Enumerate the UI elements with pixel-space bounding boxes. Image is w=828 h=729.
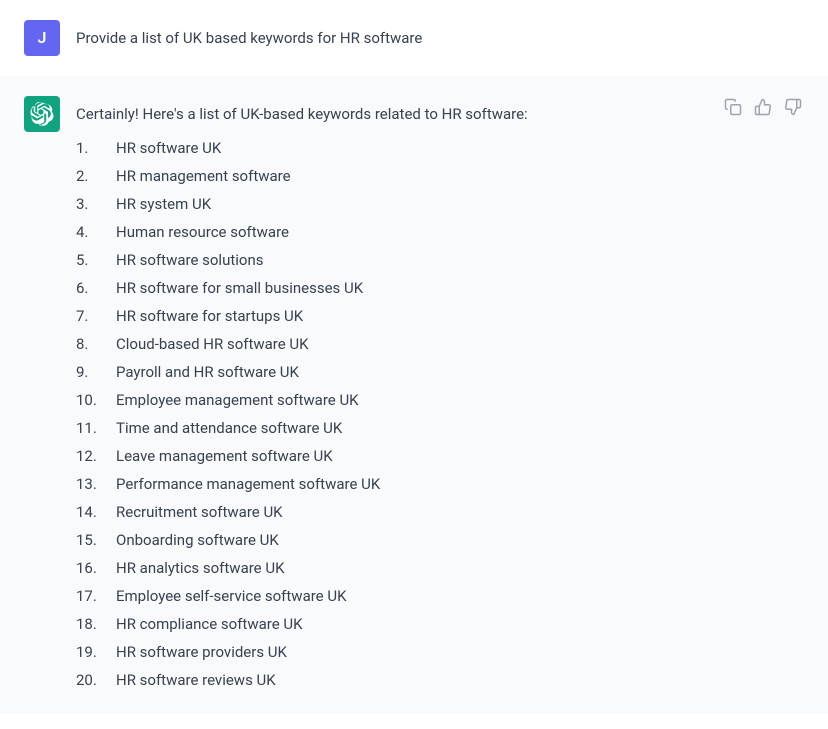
list-item: 3.HR system UK [76, 190, 804, 218]
list-item: 1.HR software UK [76, 134, 804, 162]
item-text: Recruitment software UK [116, 500, 283, 524]
item-text: Employee self-service software UK [116, 584, 347, 608]
openai-logo-icon [30, 102, 54, 126]
item-text: HR software for small businesses UK [116, 276, 363, 300]
item-text: HR management software [116, 164, 291, 188]
list-item: 10.Employee management software UK [76, 386, 804, 414]
item-text: HR software solutions [116, 248, 263, 272]
item-number: 1. [76, 136, 116, 160]
item-number: 10. [76, 388, 116, 412]
thumbs-up-button[interactable] [752, 96, 774, 118]
item-number: 7. [76, 304, 116, 328]
item-number: 4. [76, 220, 116, 244]
item-text: Leave management software UK [116, 444, 333, 468]
list-item: 11.Time and attendance software UK [76, 414, 804, 442]
item-number: 11. [76, 416, 116, 440]
item-number: 6. [76, 276, 116, 300]
user-message-text: Provide a list of UK based keywords for … [76, 26, 804, 50]
item-text: Time and attendance software UK [116, 416, 342, 440]
item-number: 18. [76, 612, 116, 636]
item-number: 14. [76, 500, 116, 524]
item-number: 9. [76, 360, 116, 384]
item-number: 5. [76, 248, 116, 272]
item-text: HR system UK [116, 192, 211, 216]
item-text: HR compliance software UK [116, 612, 303, 636]
list-item: 17.Employee self-service software UK [76, 582, 804, 610]
item-text: Cloud-based HR software UK [116, 332, 309, 356]
list-item: 8.Cloud-based HR software UK [76, 330, 804, 358]
thumbs-up-icon [754, 98, 772, 116]
user-avatar: J [24, 20, 60, 56]
user-initial: J [38, 25, 47, 51]
list-item: 7.HR software for startups UK [76, 302, 804, 330]
list-item: 6.HR software for small businesses UK [76, 274, 804, 302]
item-text: HR software for startups UK [116, 304, 303, 328]
list-item: 14.Recruitment software UK [76, 498, 804, 526]
thumbs-down-icon [784, 98, 802, 116]
item-text: Employee management software UK [116, 388, 359, 412]
user-message-content: Provide a list of UK based keywords for … [76, 20, 804, 50]
list-item: 16.HR analytics software UK [76, 554, 804, 582]
item-number: 8. [76, 332, 116, 356]
list-item: 9.Payroll and HR software UK [76, 358, 804, 386]
list-item: 12.Leave management software UK [76, 442, 804, 470]
assistant-message: Certainly! Here's a list of UK-based key… [0, 76, 828, 714]
list-item: 5.HR software solutions [76, 246, 804, 274]
item-text: HR software reviews UK [116, 668, 276, 692]
item-number: 12. [76, 444, 116, 468]
list-item: 4.Human resource software [76, 218, 804, 246]
item-number: 19. [76, 640, 116, 664]
list-item: 20.HR software reviews UK [76, 666, 804, 694]
user-message: J Provide a list of UK based keywords fo… [0, 0, 828, 76]
assistant-message-content: Certainly! Here's a list of UK-based key… [76, 96, 804, 694]
item-number: 13. [76, 472, 116, 496]
item-text: HR analytics software UK [116, 556, 285, 580]
action-buttons [722, 96, 804, 118]
list-item: 15.Onboarding software UK [76, 526, 804, 554]
item-text: Payroll and HR software UK [116, 360, 299, 384]
list-item: 18.HR compliance software UK [76, 610, 804, 638]
copy-icon [724, 98, 742, 116]
list-item: 2.HR management software [76, 162, 804, 190]
item-number: 20. [76, 668, 116, 692]
item-number: 16. [76, 556, 116, 580]
item-number: 3. [76, 192, 116, 216]
list-item: 13.Performance management software UK [76, 470, 804, 498]
conversation: J Provide a list of UK based keywords fo… [0, 0, 828, 714]
item-text: Human resource software [116, 220, 289, 244]
item-text: Performance management software UK [116, 472, 380, 496]
item-number: 17. [76, 584, 116, 608]
assistant-intro-text: Certainly! Here's a list of UK-based key… [76, 102, 804, 126]
thumbs-down-button[interactable] [782, 96, 804, 118]
item-text: HR software providers UK [116, 640, 287, 664]
item-text: Onboarding software UK [116, 528, 279, 552]
item-number: 2. [76, 164, 116, 188]
list-item: 19.HR software providers UK [76, 638, 804, 666]
item-number: 15. [76, 528, 116, 552]
copy-button[interactable] [722, 96, 744, 118]
assistant-avatar [24, 96, 60, 132]
keyword-list: 1.HR software UK2.HR management software… [76, 134, 804, 694]
item-text: HR software UK [116, 136, 221, 160]
